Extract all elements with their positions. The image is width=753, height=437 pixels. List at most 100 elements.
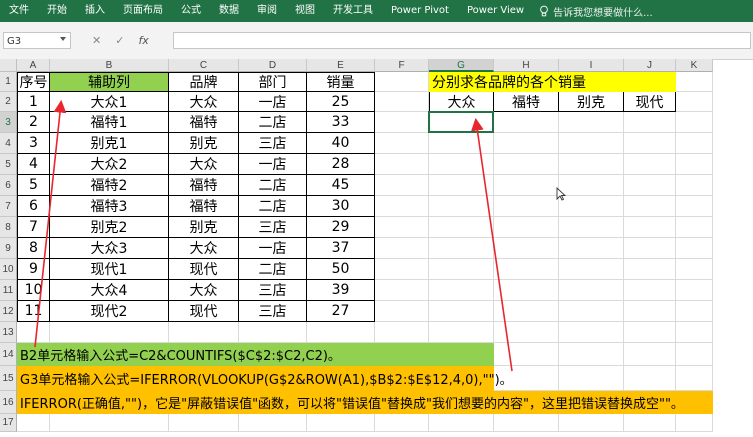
row-header-9[interactable]: 9	[0, 238, 17, 259]
tab-file[interactable]: 文件	[0, 0, 38, 22]
data-cell[interactable]: 二店	[239, 196, 307, 217]
data-cell[interactable]: 别克	[169, 133, 239, 154]
header-cell[interactable]: 序号	[17, 72, 50, 92]
row-header-4[interactable]: 4	[0, 133, 17, 154]
enter-icon[interactable]: ✓	[115, 34, 124, 47]
column-header-e[interactable]: E	[307, 59, 375, 72]
data-cell[interactable]: 三店	[239, 280, 307, 301]
data-cell[interactable]: 45	[307, 175, 375, 196]
data-cell[interactable]: 别克2	[50, 217, 169, 238]
tab-formulas[interactable]: 公式	[172, 0, 210, 22]
brand-header-cell[interactable]: 现代	[624, 92, 676, 112]
data-cell[interactable]: 25	[307, 92, 375, 112]
data-cell[interactable]: 现代	[169, 301, 239, 322]
data-cell[interactable]: 30	[307, 196, 375, 217]
formula-input[interactable]	[173, 32, 751, 49]
column-header-k[interactable]: K	[676, 59, 713, 72]
tab-review[interactable]: 审阅	[248, 0, 286, 22]
data-cell[interactable]: 8	[17, 238, 50, 259]
tab-developer[interactable]: 开发工具	[324, 0, 382, 22]
chevron-down-icon[interactable]	[60, 37, 66, 41]
tab-page-layout[interactable]: 页面布局	[114, 0, 172, 22]
data-cell[interactable]: 9	[17, 259, 50, 280]
brand-header-cell[interactable]: 大众	[429, 92, 494, 112]
data-cell[interactable]: 29	[307, 217, 375, 238]
data-cell[interactable]: 二店	[239, 175, 307, 196]
data-cell[interactable]: 6	[17, 196, 50, 217]
column-header-d[interactable]: D	[239, 59, 307, 72]
column-header-j[interactable]: J	[624, 59, 676, 72]
tell-me-box[interactable]: 告诉我您想要做什么...	[533, 4, 653, 19]
header-cell[interactable]: 品牌	[169, 72, 239, 92]
column-header-g[interactable]: G	[429, 59, 494, 72]
data-cell[interactable]: 2	[17, 112, 50, 133]
column-header-c[interactable]: C	[169, 59, 239, 72]
row-header-16[interactable]: 16	[0, 391, 17, 414]
row-header-5[interactable]: 5	[0, 154, 17, 175]
column-header-a[interactable]: A	[17, 59, 50, 72]
cancel-icon[interactable]: ✕	[92, 34, 101, 47]
data-cell[interactable]: 三店	[239, 133, 307, 154]
data-cell[interactable]: 三店	[239, 217, 307, 238]
data-cell[interactable]: 7	[17, 217, 50, 238]
row-header-10[interactable]: 10	[0, 259, 17, 280]
data-cell[interactable]: 现代1	[50, 259, 169, 280]
data-cell[interactable]: 4	[17, 154, 50, 175]
data-cell[interactable]: 大众	[169, 280, 239, 301]
brand-header-cell[interactable]: 福特	[494, 92, 559, 112]
data-cell[interactable]: 福特	[169, 112, 239, 133]
data-cell[interactable]: 大众2	[50, 154, 169, 175]
header-cell[interactable]: 辅助列	[50, 72, 169, 92]
tab-home[interactable]: 开始	[38, 0, 76, 22]
column-header-f[interactable]: F	[375, 59, 429, 72]
select-all-corner[interactable]	[0, 59, 17, 72]
data-cell[interactable]: 大众	[169, 238, 239, 259]
tab-insert[interactable]: 插入	[76, 0, 114, 22]
data-cell[interactable]: 1	[17, 92, 50, 112]
row-header-13[interactable]: 13	[0, 322, 17, 343]
row-header-3[interactable]: 3	[0, 112, 17, 133]
row-header-2[interactable]: 2	[0, 92, 17, 112]
data-cell[interactable]: 3	[17, 133, 50, 154]
data-cell[interactable]: 39	[307, 280, 375, 301]
data-cell[interactable]: 福特3	[50, 196, 169, 217]
fx-icon[interactable]: fx	[138, 34, 148, 47]
data-cell[interactable]: 福特	[169, 175, 239, 196]
row-header-1[interactable]: 1	[0, 72, 17, 92]
data-cell[interactable]: 福特1	[50, 112, 169, 133]
data-cell[interactable]: 二店	[239, 259, 307, 280]
summary-title-cell[interactable]: 分别求各品牌的各个销量	[429, 72, 676, 92]
brand-header-cell[interactable]: 别克	[559, 92, 624, 112]
tab-power-view[interactable]: Power View	[458, 0, 533, 22]
data-cell[interactable]: 一店	[239, 92, 307, 112]
data-cell[interactable]: 50	[307, 259, 375, 280]
column-header-h[interactable]: H	[494, 59, 559, 72]
row-header-14[interactable]: 14	[0, 343, 17, 366]
header-cell[interactable]: 部门	[239, 72, 307, 92]
header-cell[interactable]: 销量	[307, 72, 375, 92]
row-header-17[interactable]: 17	[0, 414, 17, 432]
column-header-b[interactable]: B	[50, 59, 169, 72]
tab-power-pivot[interactable]: Power Pivot	[382, 0, 458, 22]
data-cell[interactable]: 一店	[239, 238, 307, 259]
data-cell[interactable]: 福特2	[50, 175, 169, 196]
row-header-6[interactable]: 6	[0, 175, 17, 196]
selected-cell-g3[interactable]	[428, 111, 494, 133]
data-cell[interactable]: 别克	[169, 217, 239, 238]
data-cell[interactable]: 37	[307, 238, 375, 259]
column-header-i[interactable]: I	[559, 59, 624, 72]
data-cell[interactable]: 福特	[169, 196, 239, 217]
row-header-7[interactable]: 7	[0, 196, 17, 217]
row-header-12[interactable]: 12	[0, 301, 17, 322]
row-header-11[interactable]: 11	[0, 280, 17, 301]
tab-data[interactable]: 数据	[210, 0, 248, 22]
data-cell[interactable]: 二店	[239, 112, 307, 133]
data-cell[interactable]: 大众3	[50, 238, 169, 259]
data-cell[interactable]: 大众1	[50, 92, 169, 112]
tab-view[interactable]: 视图	[286, 0, 324, 22]
data-cell[interactable]: 大众	[169, 154, 239, 175]
data-cell[interactable]: 33	[307, 112, 375, 133]
data-cell[interactable]: 11	[17, 301, 50, 322]
data-cell[interactable]: 40	[307, 133, 375, 154]
data-cell[interactable]: 大众4	[50, 280, 169, 301]
